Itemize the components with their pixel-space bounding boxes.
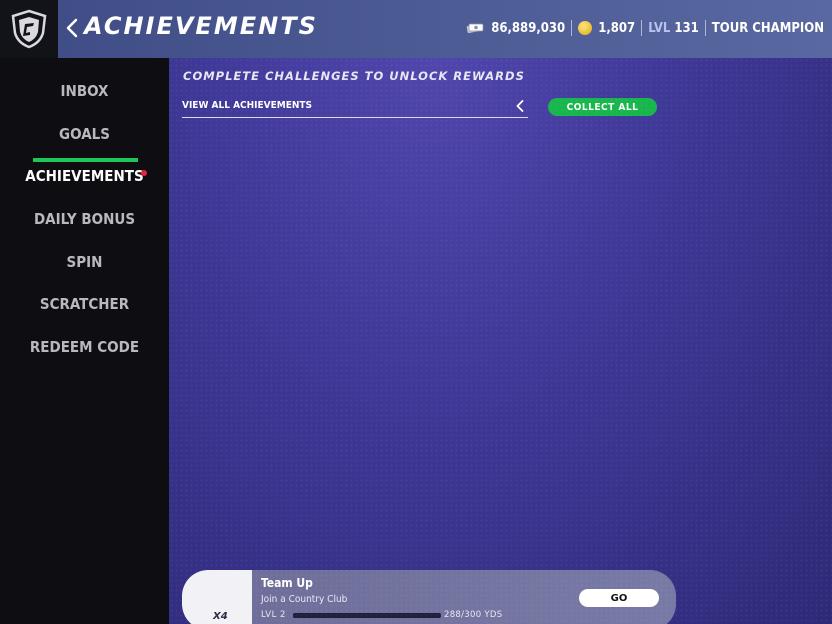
reward-multiplier: X4 [213,611,228,622]
topgolf-logo [0,0,58,58]
sidebar-item-daily-bonus[interactable]: DAILY BONUS [0,210,169,228]
active-tab-indicator [33,158,138,162]
top-bar: ACHIEVEMENTS 86,889,030 1,807 LVL 131 TO… [0,0,832,58]
filter-selected-value: VIEW ALL ACHIEVEMENTS [182,100,313,111]
achievement-card[interactable]: X4 Team Up Join a Country Club LVL 2 288… [182,570,676,624]
shield-logo-icon [11,9,47,49]
cash-icon [466,22,484,34]
achievement-description: Join a Country Club [261,594,348,605]
notification-dot [141,170,147,176]
achievement-level: LVL 2 [261,610,286,620]
divider [641,20,643,36]
go-button[interactable]: GO [579,589,659,607]
divider [704,20,706,36]
level-value: 131 [674,20,699,36]
collect-all-button[interactable]: COLLECT ALL [548,98,657,116]
sidebar: INBOX GOALS ACHIEVEMENTS DAILY BONUS SPI… [0,58,169,624]
page-title: ACHIEVEMENTS [84,12,318,40]
achievement-title: Team Up [261,576,313,590]
coin-icon [578,21,593,35]
chevron-left-icon [514,99,526,113]
sidebar-item-redeem-code[interactable]: REDEEM CODE [0,338,169,356]
achievement-badge: X4 [182,570,252,624]
level-label: LVL [648,20,671,36]
divider [571,20,573,36]
back-button[interactable] [64,14,80,42]
rank-title: TOUR CHAMPION [711,20,824,36]
cash-amount: 86,889,030 [491,20,566,36]
main-content: COMPLETE CHALLENGES TO UNLOCK REWARDS VI… [169,58,832,624]
achievement-filter-dropdown[interactable]: VIEW ALL ACHIEVEMENTS [182,96,528,118]
achievement-progress-text: 288/300 YDS [444,610,503,620]
sidebar-item-inbox[interactable]: INBOX [0,82,169,100]
achievement-progress-bar [293,613,441,618]
sidebar-item-scratcher[interactable]: SCRATCHER [0,295,169,313]
sidebar-item-goals[interactable]: GOALS [0,125,169,143]
chevron-left-icon [66,18,78,38]
page-subtitle: COMPLETE CHALLENGES TO UNLOCK REWARDS [183,69,525,83]
progress-fill [293,613,436,618]
sidebar-item-spin[interactable]: SPIN [0,253,169,271]
coin-amount: 1,807 [598,20,636,36]
currency-stats: 86,889,030 1,807 LVL 131 TOUR CHAMPION [466,17,824,39]
